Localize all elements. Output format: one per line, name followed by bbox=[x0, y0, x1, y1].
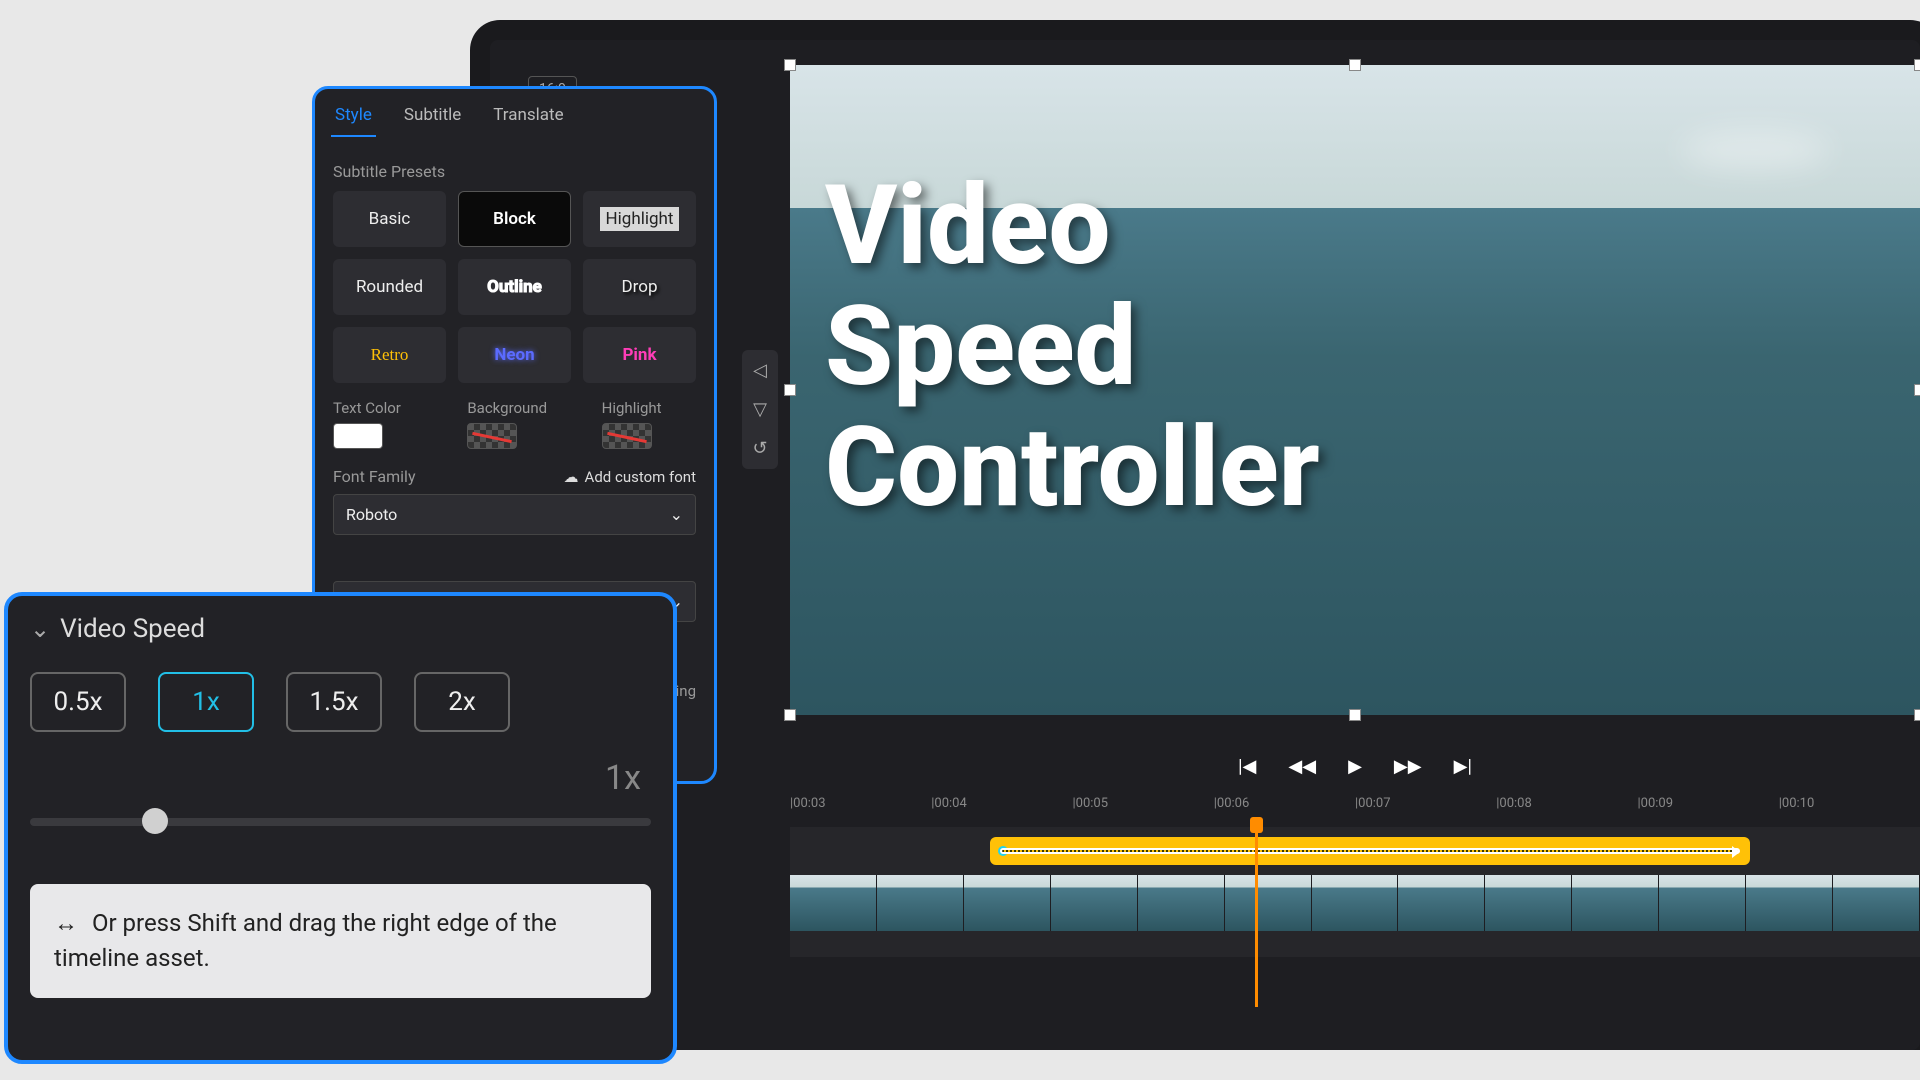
background-color-label: Background bbox=[467, 399, 561, 417]
selection-handle[interactable] bbox=[1349, 709, 1361, 721]
time-mark: |00:03 bbox=[790, 796, 931, 811]
chevron-down-icon: ⌄ bbox=[670, 505, 683, 524]
preset-rounded[interactable]: Rounded bbox=[333, 259, 446, 315]
font-family-label: Font Family bbox=[333, 467, 416, 486]
selection-handle[interactable] bbox=[784, 59, 796, 71]
time-mark: |00:08 bbox=[1496, 796, 1637, 811]
time-mark: |00:05 bbox=[1073, 796, 1214, 811]
preset-highlight[interactable]: Highlight bbox=[583, 191, 696, 247]
chevron-down-icon: ⌄ bbox=[30, 615, 50, 643]
preview-canvas[interactable]: Video Speed Controller bbox=[790, 65, 1920, 715]
video-clip-thumbnails[interactable] bbox=[790, 875, 1920, 931]
preset-neon[interactable]: Neon bbox=[458, 327, 571, 383]
highlight-color-label: Highlight bbox=[602, 399, 696, 417]
background-color-swatch[interactable] bbox=[467, 423, 517, 449]
resize-horizontal-icon: ↔ bbox=[54, 909, 78, 937]
time-mark: |00:04 bbox=[931, 796, 1072, 811]
playback-controls: |◀ ◀◀ ▶ ▶▶ ▶| bbox=[790, 742, 1920, 790]
style-panel-tabs: Style Subtitle Translate bbox=[315, 89, 714, 138]
speed-1x-button[interactable]: 1x bbox=[158, 672, 254, 732]
selection-handle[interactable] bbox=[1349, 59, 1361, 71]
subtitle-presets-label: Subtitle Presets bbox=[333, 162, 696, 181]
tool-strip: ◁ ▽ ↺ bbox=[742, 350, 778, 469]
flip-horizontal-icon[interactable]: ◁ bbox=[753, 360, 767, 381]
cloud-upload-icon: ☁ bbox=[564, 468, 579, 486]
text-color-label: Text Color bbox=[333, 399, 427, 417]
timeline-track[interactable] bbox=[790, 827, 1920, 957]
speed-slider[interactable] bbox=[30, 806, 651, 836]
speed-presets: 0.5x 1x 1.5x 2x bbox=[30, 672, 651, 732]
time-mark: |00:07 bbox=[1355, 796, 1496, 811]
preset-outline[interactable]: Outline bbox=[458, 259, 571, 315]
forward-icon[interactable]: ▶▶ bbox=[1394, 756, 1422, 777]
preset-block[interactable]: Block bbox=[458, 191, 571, 247]
tab-subtitle[interactable]: Subtitle bbox=[400, 99, 465, 137]
text-color-swatch[interactable] bbox=[333, 423, 383, 449]
speed-2x-button[interactable]: 2x bbox=[414, 672, 510, 732]
timeline-ruler: |00:03 |00:04 |00:05 |00:06 |00:07 |00:0… bbox=[790, 790, 1920, 817]
preset-drop[interactable]: Drop bbox=[583, 259, 696, 315]
font-family-select[interactable]: Roboto ⌄ bbox=[333, 494, 696, 535]
selection-handle[interactable] bbox=[1914, 59, 1920, 71]
time-mark: |00:06 bbox=[1214, 796, 1355, 811]
selection-handle[interactable] bbox=[784, 384, 796, 396]
time-mark: |00:10 bbox=[1779, 796, 1920, 811]
clip-speed-indicator[interactable] bbox=[1000, 848, 1740, 854]
text-clip[interactable] bbox=[990, 837, 1750, 865]
selection-handle[interactable] bbox=[1914, 709, 1920, 721]
video-speed-panel: ⌄ Video Speed 0.5x 1x 1.5x 2x 1x ↔ Or pr… bbox=[4, 592, 677, 1064]
timeline[interactable]: |00:03 |00:04 |00:05 |00:06 |00:07 |00:0… bbox=[790, 790, 1920, 957]
selection-handle[interactable] bbox=[784, 709, 796, 721]
flip-vertical-icon[interactable]: ▽ bbox=[753, 399, 767, 420]
video-speed-title: Video Speed bbox=[60, 614, 205, 644]
slider-thumb[interactable] bbox=[142, 808, 168, 834]
undo-icon[interactable]: ↺ bbox=[752, 438, 767, 459]
playhead[interactable] bbox=[1255, 827, 1258, 1007]
rewind-icon[interactable]: ◀◀ bbox=[1288, 756, 1316, 777]
video-speed-header[interactable]: ⌄ Video Speed bbox=[30, 614, 651, 644]
time-mark: |00:09 bbox=[1638, 796, 1779, 811]
preset-grid: Basic Block Highlight Rounded Outline Dr… bbox=[333, 191, 696, 383]
preset-retro[interactable]: Retro bbox=[333, 327, 446, 383]
play-icon[interactable]: ▶ bbox=[1348, 756, 1362, 777]
selection-handle[interactable] bbox=[1914, 384, 1920, 396]
skip-start-icon[interactable]: |◀ bbox=[1238, 756, 1256, 777]
speed-current-value: 1x bbox=[30, 758, 651, 798]
speed-0-5x-button[interactable]: 0.5x bbox=[30, 672, 126, 732]
preset-basic[interactable]: Basic bbox=[333, 191, 446, 247]
slider-track bbox=[30, 818, 651, 826]
tab-translate[interactable]: Translate bbox=[489, 99, 567, 137]
highlight-color-swatch[interactable] bbox=[602, 423, 652, 449]
preset-pink[interactable]: Pink bbox=[583, 327, 696, 383]
add-custom-font-button[interactable]: ☁ Add custom font bbox=[564, 468, 696, 486]
overlay-title-text[interactable]: Video Speed Controller bbox=[825, 165, 1320, 528]
speed-hint: ↔ Or press Shift and drag the right edge… bbox=[30, 884, 651, 998]
speed-1-5x-button[interactable]: 1.5x bbox=[286, 672, 382, 732]
tab-style[interactable]: Style bbox=[331, 99, 376, 137]
skip-end-icon[interactable]: ▶| bbox=[1454, 756, 1472, 777]
